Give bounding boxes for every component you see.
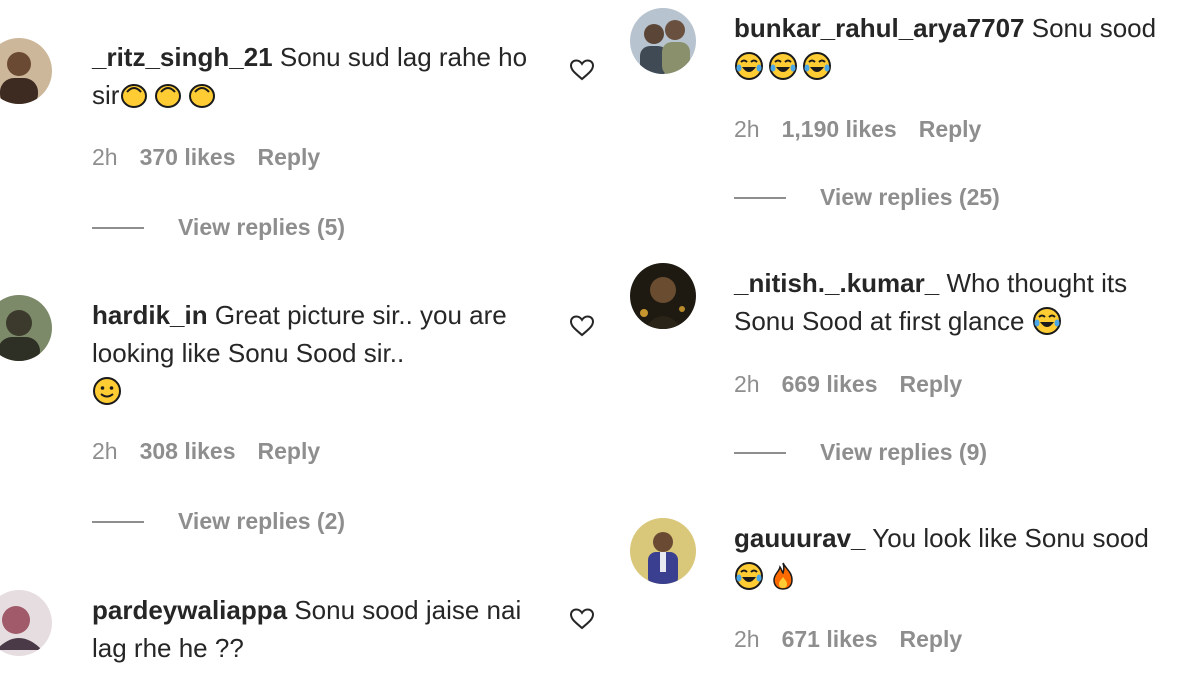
reply-button[interactable]: Reply: [258, 144, 321, 170]
reply-button[interactable]: Reply: [900, 626, 963, 652]
comment-time: 2h: [92, 438, 118, 464]
reply-button[interactable]: Reply: [900, 371, 963, 397]
comment-time: 2h: [734, 116, 760, 142]
tears-of-joy-icon: [734, 561, 764, 591]
view-replies-label: View replies (2): [178, 508, 346, 534]
tears-of-joy-icon: [734, 51, 764, 81]
comment-likes[interactable]: 370 likes: [140, 144, 236, 170]
avatar[interactable]: [630, 8, 696, 74]
comment-meta: 2h 671 likes Reply: [734, 626, 984, 653]
avatar-photo: [0, 295, 52, 361]
avatar[interactable]: [0, 295, 52, 361]
comment-time: 2h: [734, 371, 760, 397]
fire-icon: [768, 561, 798, 591]
comment-body: pardeywaliappa Sonu sood jaise nai lag r…: [92, 591, 542, 667]
avatar-photo: [630, 8, 696, 74]
comment-username[interactable]: hardik_in: [92, 300, 208, 330]
view-replies-label: View replies (5): [178, 214, 346, 240]
tears-of-joy-icon: [1032, 306, 1062, 336]
comment-body: bunkar_rahul_arya7707 Sonu sood: [734, 9, 1164, 85]
comment-username[interactable]: _ritz_singh_21: [92, 42, 273, 72]
replies-divider: [92, 226, 144, 229]
avatar-photo: [630, 518, 696, 584]
comment-meta: 2h 370 likes Reply: [92, 144, 342, 171]
comment-text: You look like Sonu sood: [872, 523, 1149, 553]
view-replies-button[interactable]: View replies (9): [734, 439, 987, 466]
avatar[interactable]: [630, 263, 696, 329]
replies-divider: [92, 520, 144, 523]
comment-time: 2h: [734, 626, 760, 652]
avatar-photo: [0, 38, 52, 104]
comment-likes[interactable]: 669 likes: [782, 371, 878, 397]
comment-username[interactable]: bunkar_rahul_arya7707: [734, 13, 1025, 43]
heart-outline-icon[interactable]: [569, 58, 595, 82]
comment-body: hardik_in Great picture sir.. you are lo…: [92, 296, 512, 410]
avatar[interactable]: [0, 590, 52, 656]
comment-username[interactable]: gauuurav_: [734, 523, 866, 553]
avatar-photo: [0, 590, 52, 656]
smiling-face-icon: [92, 376, 122, 406]
comment-text: Sonu sood: [1031, 13, 1157, 43]
clapping-hands-icon: [153, 80, 183, 110]
tears-of-joy-icon: [768, 51, 798, 81]
reply-button[interactable]: Reply: [919, 116, 982, 142]
comment-time: 2h: [92, 144, 118, 170]
comment-body: _nitish._.kumar_ Who thought its Sonu So…: [734, 264, 1174, 340]
comment-likes[interactable]: 308 likes: [140, 438, 236, 464]
clapping-hands-icon: [187, 80, 217, 110]
view-replies-label: View replies (9): [820, 439, 988, 465]
avatar-photo: [630, 263, 696, 329]
view-replies-button[interactable]: View replies (5): [92, 214, 345, 241]
comment-body: gauuurav_ You look like Sonu sood: [734, 519, 1154, 595]
comment-username[interactable]: _nitish._.kumar_: [734, 268, 939, 298]
avatar[interactable]: [630, 518, 696, 584]
view-replies-button[interactable]: View replies (25): [734, 184, 1000, 211]
clapping-hands-icon: [119, 80, 149, 110]
comment-username[interactable]: pardeywaliappa: [92, 595, 287, 625]
heart-outline-icon[interactable]: [569, 314, 595, 338]
avatar[interactable]: [0, 38, 52, 104]
comment-body: _ritz_singh_21 Sonu sud lag rahe ho sir: [92, 38, 542, 114]
reply-button[interactable]: Reply: [258, 438, 321, 464]
replies-divider: [734, 196, 786, 199]
tears-of-joy-icon: [802, 51, 832, 81]
replies-divider: [734, 451, 786, 454]
comment-meta: 2h 1,190 likes Reply: [734, 116, 1003, 143]
comment-meta: 2h 669 likes Reply: [734, 371, 984, 398]
comment-meta: 2h 308 likes Reply: [92, 438, 342, 465]
view-replies-label: View replies (25): [820, 184, 1000, 210]
comment-likes[interactable]: 1,190 likes: [782, 116, 897, 142]
heart-outline-icon[interactable]: [569, 607, 595, 631]
view-replies-button[interactable]: View replies (2): [92, 508, 345, 535]
comment-likes[interactable]: 671 likes: [782, 626, 878, 652]
